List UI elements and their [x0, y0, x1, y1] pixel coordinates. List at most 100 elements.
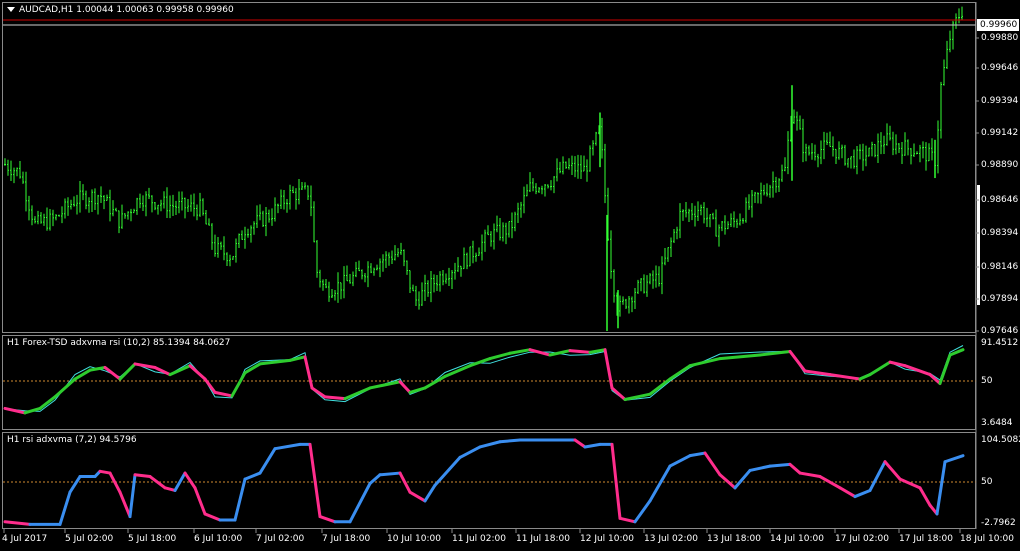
indicator2-segment	[183, 471, 197, 490]
indicator1-segment	[468, 357, 492, 368]
indicator1-segment	[398, 380, 412, 394]
time-tick-label: 11 Jul 18:00	[516, 534, 570, 544]
time-tick-label: 4 Jul 2017	[2, 534, 48, 544]
indicator2-segment	[118, 490, 132, 519]
price-tick-label: 0.97646	[981, 326, 1019, 336]
indicator2-segment	[233, 477, 247, 522]
indicator2-segment	[703, 451, 722, 477]
indicator2-segment	[853, 488, 872, 499]
price-tick-label: 0.99394	[981, 96, 1019, 106]
indicator2-segment	[838, 486, 857, 499]
indicator2-segment	[308, 442, 322, 519]
indicator1-segment	[53, 377, 77, 399]
indicator2-segment	[398, 471, 412, 494]
indicator1-segment	[610, 386, 627, 402]
indicator2-segment	[868, 460, 887, 492]
indicator2-segment	[498, 438, 522, 444]
indicator1-segment	[858, 373, 872, 381]
indicator2-segment	[943, 454, 965, 464]
indicator1-segment	[423, 374, 447, 390]
time-tick-label: 7 Jul 18:00	[322, 534, 371, 544]
indicator2-segment	[243, 471, 262, 481]
price-tick-label: 0.99142	[981, 128, 1019, 138]
indicator1-segment	[73, 368, 92, 381]
indicator1-segment	[288, 355, 307, 362]
indicator2-segment	[318, 515, 337, 524]
indicator2-segment	[935, 460, 947, 516]
time-tick-label: 12 Jul 10:00	[580, 534, 634, 544]
indicator1-segment	[948, 348, 965, 357]
time-tick-label: 14 Jul 10:00	[770, 534, 824, 544]
indicator2-segment	[163, 486, 177, 492]
indicator1-segment	[213, 390, 234, 398]
indicator1-segment	[188, 364, 207, 381]
indicator2-segment	[108, 471, 122, 494]
indicator1-segment	[203, 377, 217, 394]
indicator2-segment	[798, 471, 822, 479]
indicator1-segment	[310, 386, 327, 399]
price-tick-label: 0.98890	[981, 160, 1019, 170]
indicator1-segment	[118, 362, 137, 381]
indicator2-tick-label: 50	[981, 477, 993, 487]
price-tick-label: 0.97894	[981, 294, 1019, 304]
indicator1-segment	[888, 360, 907, 368]
indicator1-segment	[103, 365, 122, 381]
indicator2-segment	[478, 440, 502, 449]
indicator2-segment	[348, 482, 372, 524]
indicator2-segment	[898, 477, 922, 490]
indicator2-segment	[433, 455, 462, 487]
time-tick-label: 7 Jul 02:00	[256, 534, 305, 544]
indicator2-segment	[408, 490, 427, 503]
time-tick-label: 18 Jul 10:00	[960, 534, 1014, 544]
price-tick-label: 0.99880	[981, 33, 1019, 43]
time-tick-label: 10 Jul 10:00	[387, 534, 441, 544]
indicator2-segment	[378, 471, 402, 477]
indicator1-segment	[323, 395, 347, 401]
indicator2-segment	[273, 442, 302, 451]
indicator1-segment	[408, 386, 427, 394]
indicator2-segment	[203, 512, 222, 522]
indicator2-segment	[883, 460, 902, 481]
indicator2-segment	[258, 447, 277, 475]
indicator2-segment	[633, 499, 652, 524]
indicator2-segment	[583, 442, 602, 449]
indicator2-segment	[573, 438, 587, 449]
indicator2-segment	[618, 516, 637, 524]
indicator1-segment	[343, 386, 372, 401]
indicator1-segment	[603, 348, 614, 390]
indicator2-segment	[423, 483, 437, 503]
indicator2-segment	[193, 486, 207, 516]
indicator1-tick-label: 50	[981, 376, 993, 386]
time-tick-label: 17 Jul 02:00	[835, 534, 889, 544]
time-tick-label: 13 Jul 18:00	[707, 534, 761, 544]
price-tick-label: 0.98394	[981, 228, 1019, 238]
time-tick-label: 17 Jul 18:00	[899, 534, 953, 544]
indicator1-segment	[788, 349, 807, 373]
indicator2-segment	[68, 475, 82, 494]
indicator2-segment	[733, 468, 752, 490]
indicator2-segment	[458, 445, 482, 459]
indicator1-segment	[38, 395, 57, 410]
indicator1-segment	[688, 357, 722, 368]
indicator1-segment	[168, 364, 192, 377]
indicator2-segment	[133, 473, 152, 479]
price-tick-label: 0.99646	[981, 63, 1019, 73]
indicator1-segment	[718, 353, 762, 361]
indicator2-segment	[3, 520, 32, 526]
indicator2-tick-label: 104.5082	[981, 435, 1020, 445]
indicator1-segment	[868, 360, 892, 377]
indicator2-segment	[788, 462, 802, 475]
time-tick-label: 5 Jul 18:00	[128, 534, 177, 544]
chart-canvas	[3, 2, 979, 533]
indicator1-segment	[23, 406, 42, 415]
indicator2-segment	[748, 464, 772, 472]
indicator2-segment	[718, 473, 737, 490]
price-tick-label: 0.98146	[981, 262, 1019, 272]
price-tick-label: 0.98646	[981, 195, 1019, 205]
indicator1-segment	[303, 355, 314, 390]
indicator2-segment	[688, 451, 707, 458]
indicator2-segment	[918, 486, 932, 507]
time-tick-label: 5 Jul 02:00	[65, 534, 114, 544]
time-tick-label: 6 Jul 10:00	[194, 534, 243, 544]
indicator1-segment	[668, 364, 692, 381]
